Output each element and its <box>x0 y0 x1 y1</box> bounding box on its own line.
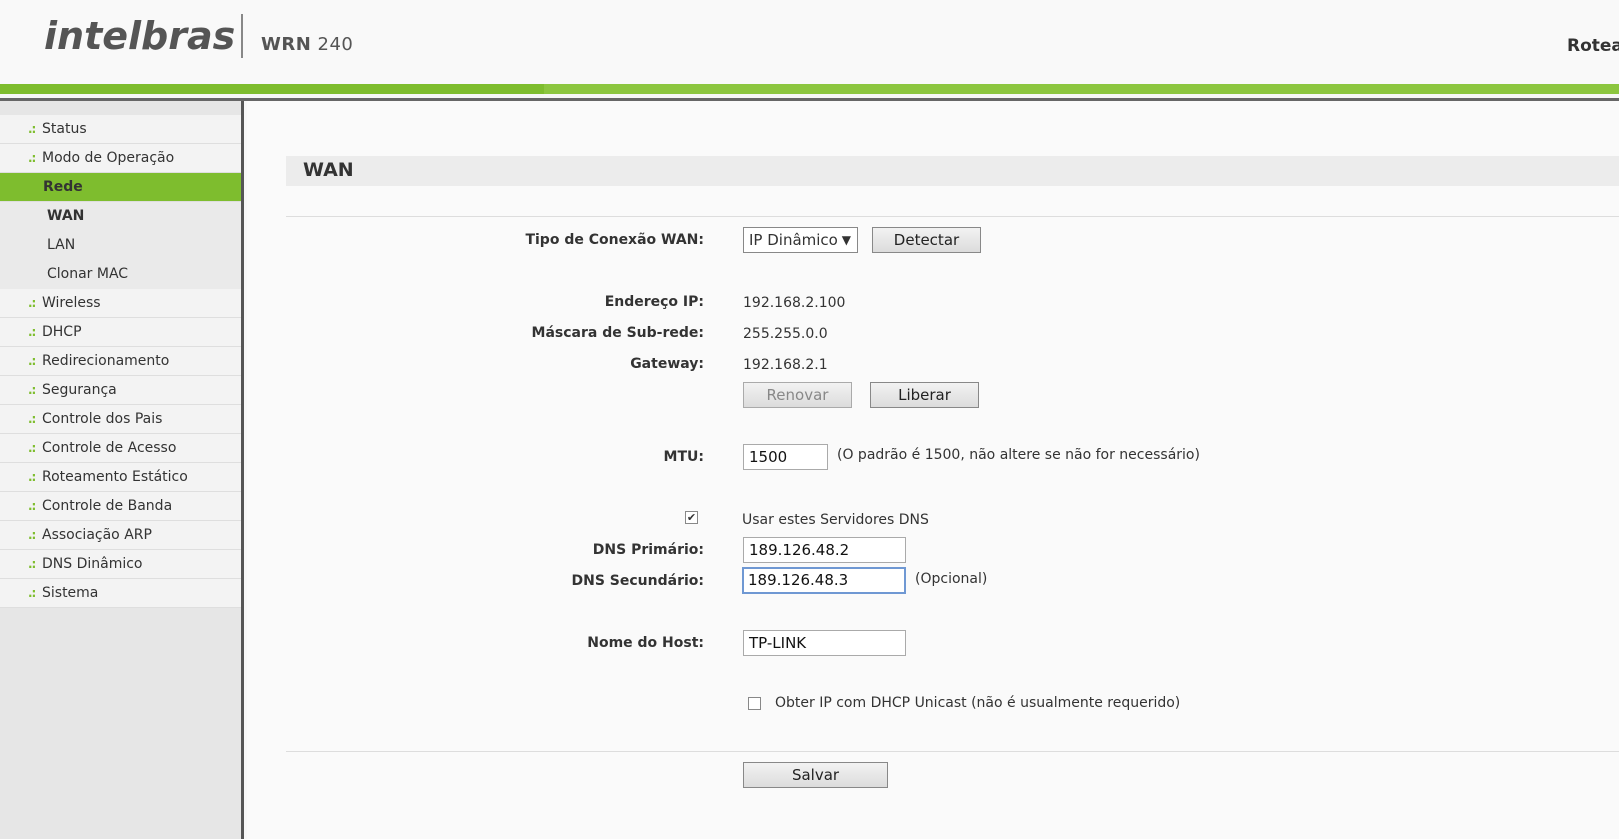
divider-bottom <box>286 751 1619 752</box>
model-number: 240 <box>317 34 354 55</box>
sidebar-item-dns-dinamico[interactable]: .: DNS Dinâmico <box>0 550 241 579</box>
sidebar-item-controle-banda[interactable]: .: Controle de Banda <box>0 492 241 521</box>
bullet-icon: .: <box>28 383 36 397</box>
sidebar: .: Status .: Modo de Operação Rede WAN LAN… <box>0 101 244 839</box>
sidebar-menu: .: Status .: Modo de Operação Rede WAN LAN… <box>0 115 241 608</box>
dns1-label: DNS Primário: <box>592 542 704 558</box>
sidebar-subitem-wan[interactable]: WAN <box>0 202 241 231</box>
sidebar-item-label: Controle dos Pais <box>42 411 163 427</box>
bullet-icon: .: <box>28 441 36 455</box>
sidebar-item-controle-acesso[interactable]: .: Controle de Acesso <box>0 434 241 463</box>
host-input[interactable]: TP-LINK <box>743 630 906 656</box>
sidebar-item-sistema[interactable]: .: Sistema <box>0 579 241 608</box>
sidebar-item-label: DHCP <box>42 324 82 340</box>
dns2-note: (Opcional) <box>915 571 988 587</box>
sidebar-item-label: Controle de Banda <box>42 498 173 514</box>
sidebar-item-rede[interactable]: Rede <box>0 173 241 202</box>
mtu-label: MTU: <box>663 449 704 465</box>
bullet-icon: .: <box>28 151 36 165</box>
dns1-input[interactable]: 189.126.48.2 <box>743 537 906 563</box>
use-dns-label: Usar estes Servidores DNS <box>742 512 929 528</box>
ip-label: Endereço IP: <box>604 294 704 310</box>
header-product-label: Roteador <box>1567 36 1619 56</box>
sidebar-item-label: Rede <box>43 179 83 195</box>
bullet-icon: .: <box>28 557 36 571</box>
sidebar-item-label: Sistema <box>42 585 99 601</box>
sidebar-item-redirecionamento[interactable]: .: Redirecionamento <box>0 347 241 376</box>
detect-button[interactable]: Detectar <box>872 227 981 253</box>
page-title-bar: WAN <box>286 156 1619 186</box>
page-title: WAN <box>303 159 354 181</box>
sidebar-item-label: Controle de Acesso <box>42 440 177 456</box>
sidebar-item-associacao-arp[interactable]: .: Associação ARP <box>0 521 241 550</box>
sidebar-item-label: DNS Dinâmico <box>42 556 143 572</box>
brand-logo: intelbras <box>44 14 236 58</box>
bullet-icon: .: <box>28 122 36 136</box>
sidebar-item-dhcp[interactable]: .: DHCP <box>0 318 241 347</box>
model-name: WRN 240 <box>261 34 353 55</box>
logo-divider <box>241 14 243 58</box>
bullet-icon: .: <box>28 470 36 484</box>
main-content: WAN Tipo de Conexão WAN: IP Dinâmico ▼ D… <box>247 101 1619 839</box>
mask-value: 255.255.0.0 <box>743 326 828 342</box>
mtu-note: (O padrão é 1500, não altere se não for … <box>837 447 1200 463</box>
bullet-icon: .: <box>28 296 36 310</box>
chevron-down-icon: ▼ <box>841 233 851 247</box>
conn-type-select[interactable]: IP Dinâmico ▼ <box>743 227 858 253</box>
gateway-label: Gateway: <box>630 356 704 372</box>
conn-type-label: Tipo de Conexão WAN: <box>525 232 704 248</box>
bullet-icon: .: <box>28 325 36 339</box>
sidebar-item-label: Roteamento Estático <box>42 469 188 485</box>
bullet-icon: .: <box>28 528 36 542</box>
bullet-icon: .: <box>28 354 36 368</box>
sidebar-item-label: Status <box>42 121 87 137</box>
sidebar-item-roteamento-estatico[interactable]: .: Roteamento Estático <box>0 463 241 492</box>
sidebar-item-wireless[interactable]: .: Wireless <box>0 289 241 318</box>
sidebar-item-seguranca[interactable]: .: Segurança <box>0 376 241 405</box>
conn-type-value: IP Dinâmico <box>749 231 838 249</box>
sidebar-item-label: Associação ARP <box>42 527 152 543</box>
bullet-icon: .: <box>28 586 36 600</box>
sidebar-item-controle-pais[interactable]: .: Controle dos Pais <box>0 405 241 434</box>
header: intelbras WRN 240 Roteador <box>0 0 1619 84</box>
ip-value: 192.168.2.100 <box>743 295 846 311</box>
sidebar-item-label: Wireless <box>42 295 101 311</box>
host-label: Nome do Host: <box>587 635 704 651</box>
unicast-label: Obter IP com DHCP Unicast (não é usualme… <box>775 695 1181 711</box>
model-prefix: WRN <box>261 34 312 55</box>
save-button[interactable]: Salvar <box>743 762 888 788</box>
sidebar-item-status[interactable]: .: Status <box>0 115 241 144</box>
sidebar-item-modo-operacao[interactable]: .: Modo de Operação <box>0 144 241 173</box>
sidebar-subitem-clonar-mac[interactable]: Clonar MAC <box>0 260 241 289</box>
bullet-icon: .: <box>28 412 36 426</box>
unicast-checkbox[interactable] <box>748 697 761 710</box>
bullet-icon: .: <box>28 499 36 513</box>
release-button[interactable]: Liberar <box>870 382 979 408</box>
sidebar-item-label: Modo de Operação <box>42 150 175 166</box>
gateway-value: 192.168.2.1 <box>743 357 828 373</box>
renew-button[interactable]: Renovar <box>743 382 852 408</box>
divider-top <box>286 216 1619 217</box>
use-dns-checkbox[interactable]: ✔ <box>685 511 698 524</box>
dns2-label: DNS Secundário: <box>571 573 705 589</box>
mask-label: Máscara de Sub-rede: <box>531 325 704 341</box>
dns2-input[interactable]: 189.126.48.3 <box>742 567 906 594</box>
sidebar-item-label: Redirecionamento <box>42 353 170 369</box>
sidebar-subitem-lan[interactable]: LAN <box>0 231 241 260</box>
header-accent-bar-left <box>0 84 544 94</box>
mtu-input[interactable]: 1500 <box>743 444 828 470</box>
sidebar-item-label: Segurança <box>42 382 117 398</box>
